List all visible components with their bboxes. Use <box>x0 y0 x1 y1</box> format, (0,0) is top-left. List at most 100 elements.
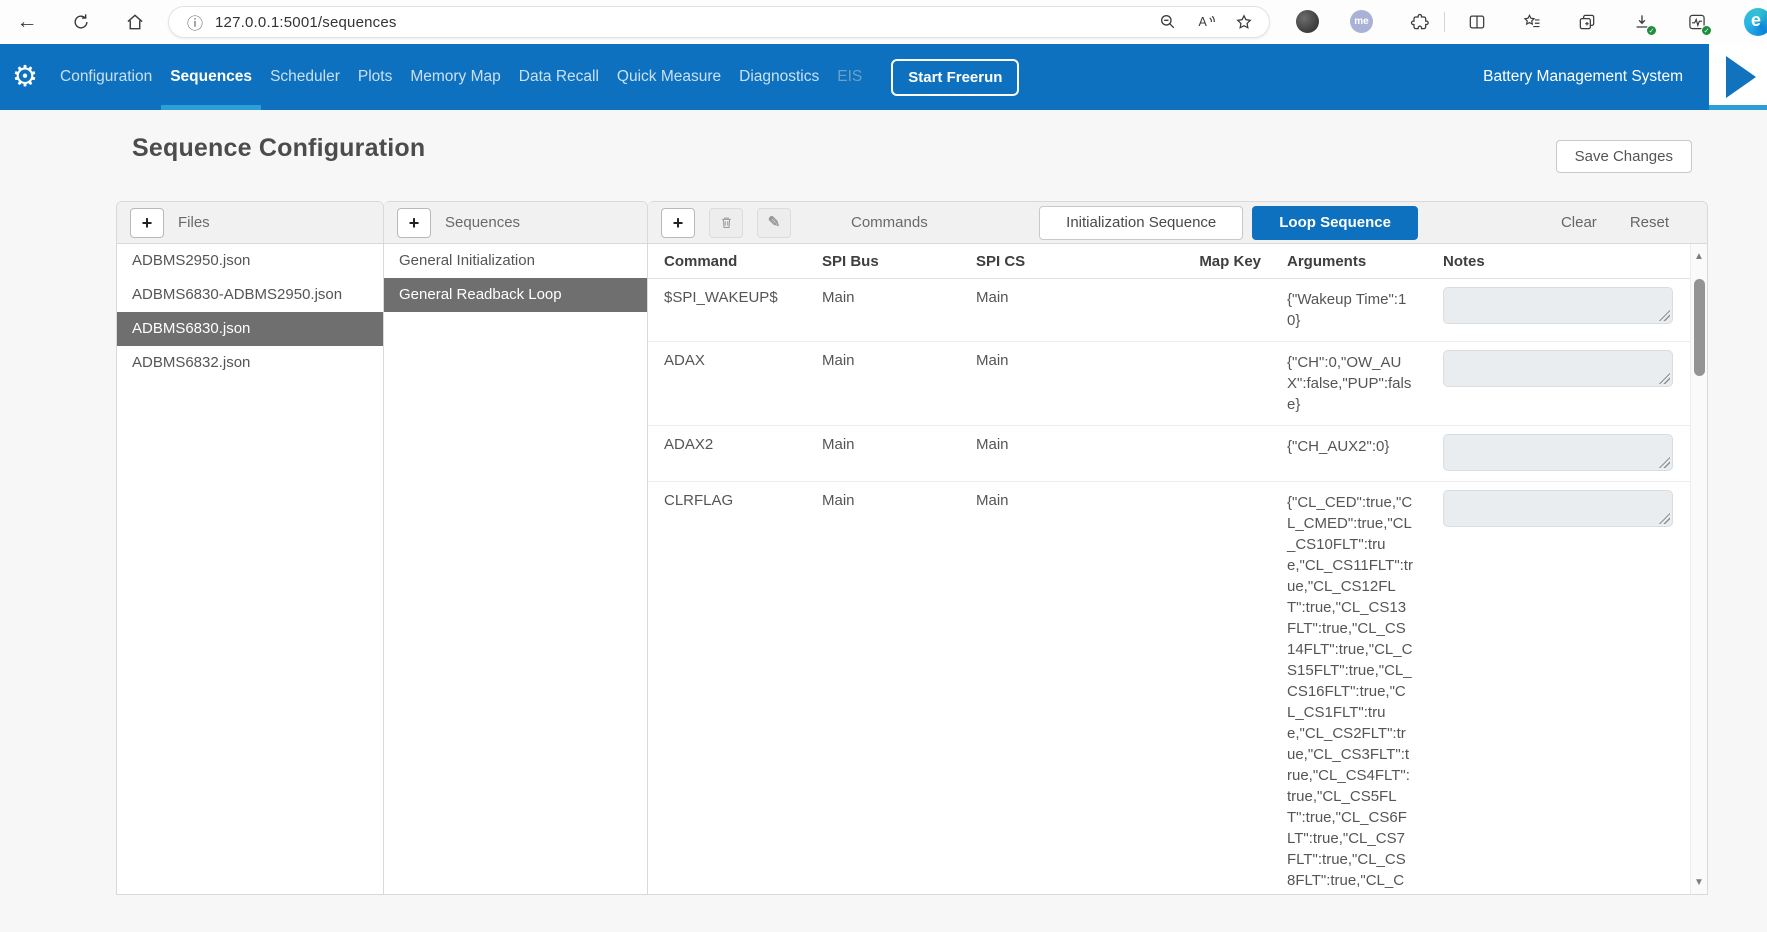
scrollbar-down-icon[interactable]: ▼ <box>1691 877 1707 888</box>
sequences-list: General Initialization General Readback … <box>384 244 647 312</box>
file-item[interactable]: ADBMS6832.json <box>117 346 383 380</box>
start-freerun-button[interactable]: Start Freerun <box>891 59 1019 96</box>
site-info-icon[interactable]: ⓘ <box>187 10 203 34</box>
files-list: ADBMS2950.json ADBMS6830-ADBMS2950.json … <box>117 244 383 380</box>
toolbar-divider <box>1444 12 1445 32</box>
extensions-puzzle-icon[interactable] <box>1408 11 1430 33</box>
files-panel-title: Files <box>178 214 210 231</box>
nav-item-memory-map[interactable]: Memory Map <box>401 44 509 110</box>
cell-spi-cs: Main <box>976 482 1130 894</box>
col-notes: Notes <box>1443 244 1690 278</box>
cell-spi-bus: Main <box>822 426 976 481</box>
nav-item-quick-measure[interactable]: Quick Measure <box>608 44 730 110</box>
nav-item-plots[interactable]: Plots <box>349 44 401 110</box>
cell-command: ADAX2 <box>664 426 822 481</box>
scrollbar-up-icon[interactable]: ▲ <box>1691 251 1707 262</box>
file-item[interactable]: ADBMS6830.json <box>117 312 383 346</box>
nav-item-eis[interactable]: EIS <box>828 44 871 110</box>
page-content: Sequence Configuration Save Changes + Fi… <box>0 110 1767 932</box>
add-sequence-button[interactable]: + <box>397 208 431 238</box>
zoom-out-icon[interactable] <box>1157 11 1179 33</box>
table-row[interactable]: ADAX2 Main Main {"CH_AUX2":0} <box>648 426 1690 482</box>
cell-command: ADAX <box>664 342 822 425</box>
files-panel: + Files ADBMS2950.json ADBMS6830-ADBMS29… <box>116 201 384 895</box>
cell-spi-cs: Main <box>976 279 1130 341</box>
nav-item-data-recall[interactable]: Data Recall <box>510 44 608 110</box>
table-row[interactable]: ADAX Main Main {"CH":0,"OW_AUX":false,"P… <box>648 342 1690 426</box>
address-bar[interactable]: ⓘ 127.0.0.1:5001/sequences A <box>168 6 1270 38</box>
cell-notes <box>1443 482 1690 894</box>
cell-command: CLRFLAG <box>664 482 822 894</box>
cell-spi-cs: Main <box>976 426 1130 481</box>
url-text[interactable]: 127.0.0.1:5001/sequences <box>215 14 397 31</box>
cell-spi-bus: Main <box>822 279 976 341</box>
initialization-sequence-button[interactable]: Initialization Sequence <box>1039 206 1243 240</box>
col-arguments: Arguments <box>1287 244 1443 278</box>
home-icon[interactable] <box>124 11 146 33</box>
col-map-key: Map Key <box>1130 244 1287 278</box>
nav-item-diagnostics[interactable]: Diagnostics <box>730 44 828 110</box>
loop-sequence-button[interactable]: Loop Sequence <box>1252 206 1418 240</box>
favorites-hub-icon[interactable] <box>1521 11 1543 33</box>
read-aloud-icon[interactable]: A <box>1195 11 1217 33</box>
download-check-badge: ✓ <box>1646 25 1657 36</box>
edit-command-button[interactable]: ✎ <box>757 208 791 238</box>
notes-textarea[interactable] <box>1443 490 1673 527</box>
cell-notes <box>1443 426 1690 481</box>
cell-spi-bus: Main <box>822 482 976 894</box>
browser-essentials-icon[interactable]: ✓ <box>1686 11 1708 33</box>
cell-arguments: {"CH_AUX2":0} <box>1287 426 1443 481</box>
page-title: Sequence Configuration <box>132 134 425 163</box>
commands-table-body: $SPI_WAKEUP$ Main Main {"Wakeup Time":10… <box>648 279 1690 894</box>
delete-command-button[interactable] <box>709 208 743 238</box>
cell-map-key <box>1130 279 1287 341</box>
notes-textarea[interactable] <box>1443 434 1673 471</box>
edge-logo-icon[interactable] <box>1744 8 1767 36</box>
col-spi-cs: SPI CS <box>976 244 1130 278</box>
notes-textarea[interactable] <box>1443 350 1673 387</box>
table-scrollbar[interactable]: ▲ ▼ <box>1690 244 1707 894</box>
sequences-panel: + Sequences General Initialization Gener… <box>384 201 648 895</box>
sequence-item[interactable]: General Initialization <box>384 244 647 278</box>
col-command: Command <box>664 244 822 278</box>
commands-toolbar: + ✎ Commands Initialization Sequence Loo… <box>648 202 1707 244</box>
adi-logo <box>1709 44 1767 110</box>
resize-handle-icon <box>1659 310 1670 321</box>
commands-table: Command SPI Bus SPI CS Map Key Arguments… <box>648 244 1690 894</box>
scrollbar-thumb[interactable] <box>1694 279 1705 376</box>
nav-item-scheduler[interactable]: Scheduler <box>261 44 349 110</box>
favorite-star-icon[interactable] <box>1233 11 1255 33</box>
settings-gear-icon[interactable]: ⚙ <box>12 63 38 92</box>
sequence-item[interactable]: General Readback Loop <box>384 278 647 312</box>
col-spi-bus: SPI Bus <box>822 244 976 278</box>
file-item[interactable]: ADBMS2950.json <box>117 244 383 278</box>
cell-arguments: {"Wakeup Time":10} <box>1287 279 1443 341</box>
app-title: Battery Management System <box>1483 68 1683 86</box>
reload-icon[interactable] <box>70 11 92 33</box>
cell-arguments: {"CH":0,"OW_AUX":false,"PUP":false} <box>1287 342 1443 425</box>
table-row[interactable]: CLRFLAG Main Main {"CL_CED":true,"CL_CME… <box>648 482 1690 894</box>
downloads-icon[interactable]: ✓ <box>1631 11 1653 33</box>
clear-link[interactable]: Clear <box>1561 214 1597 231</box>
cell-map-key <box>1130 426 1287 481</box>
back-icon[interactable]: ← <box>16 11 38 33</box>
file-item[interactable]: ADBMS6830-ADBMS2950.json <box>117 278 383 312</box>
cell-arguments: {"CL_CED":true,"CL_CMED":true,"CL_CS10FL… <box>1287 482 1443 894</box>
cell-spi-cs: Main <box>976 342 1130 425</box>
collections-icon[interactable] <box>1576 11 1598 33</box>
save-changes-button[interactable]: Save Changes <box>1556 140 1692 173</box>
nav-item-configuration[interactable]: Configuration <box>51 44 161 110</box>
add-file-button[interactable]: + <box>130 208 164 238</box>
table-row[interactable]: $SPI_WAKEUP$ Main Main {"Wakeup Time":10… <box>648 279 1690 342</box>
sequences-panel-title: Sequences <box>445 214 520 231</box>
notes-textarea[interactable] <box>1443 287 1673 324</box>
add-command-button[interactable]: + <box>661 208 695 238</box>
me-extension-icon[interactable]: me <box>1350 10 1373 33</box>
nav-item-sequences[interactable]: Sequences <box>161 44 261 110</box>
resize-handle-icon <box>1659 373 1670 384</box>
split-screen-icon[interactable] <box>1466 11 1488 33</box>
extension-icon[interactable] <box>1296 10 1319 33</box>
browser-toolbar: ← ⓘ 127.0.0.1:5001/sequences A me <box>0 0 1767 44</box>
cell-map-key <box>1130 342 1287 425</box>
reset-link[interactable]: Reset <box>1630 214 1669 231</box>
